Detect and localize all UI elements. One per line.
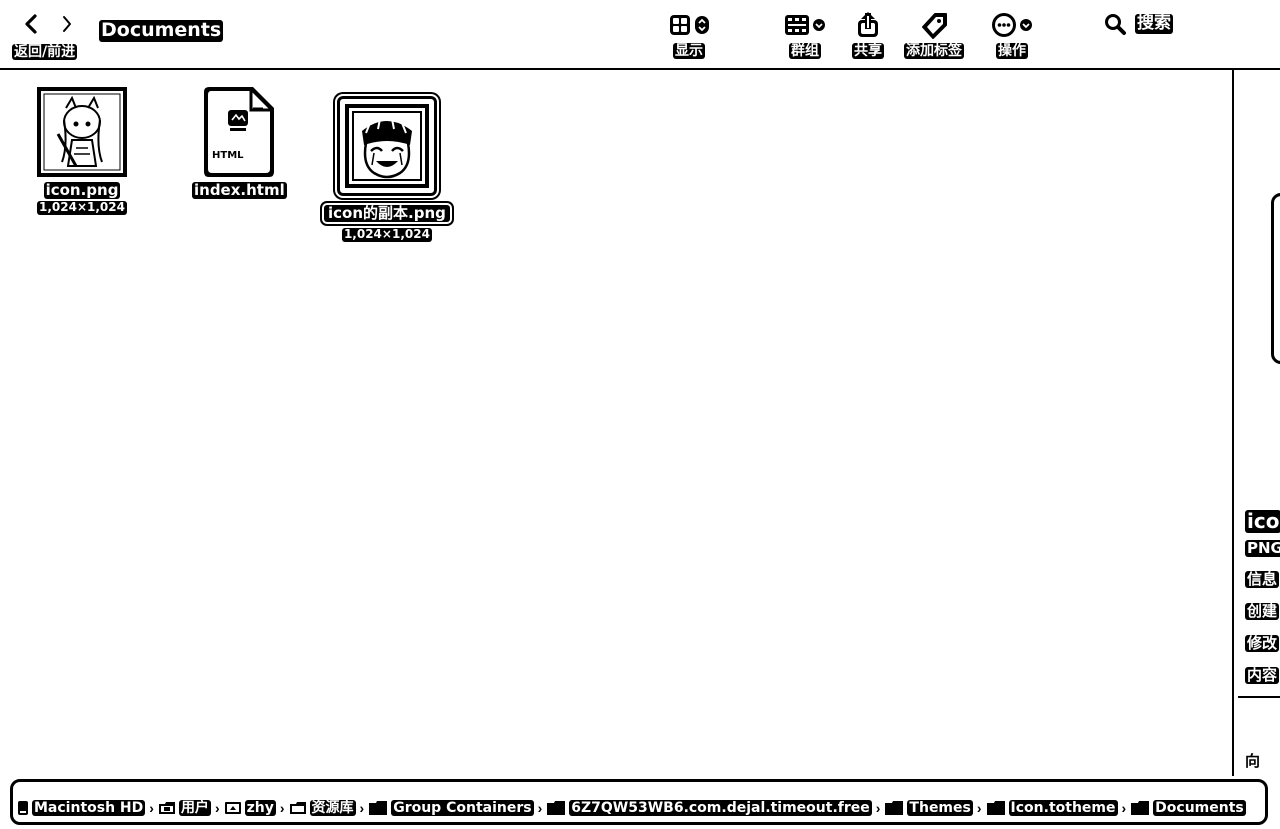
- search-label: 搜索: [1135, 13, 1173, 34]
- forward-button[interactable]: [54, 10, 80, 38]
- image-thumbnail: [334, 94, 439, 198]
- toolbar: 返回/前进 Documents 显示 群组 共享 添加标签 操作 搜索: [0, 0, 1280, 70]
- chevron-right-icon: ›: [875, 800, 881, 817]
- view-button[interactable]: 显示: [668, 10, 710, 60]
- action-button[interactable]: 操作: [991, 10, 1033, 60]
- add-tag-button[interactable]: 添加标签: [904, 10, 964, 60]
- chevron-right-icon: ›: [279, 800, 285, 817]
- preview-content-label: 内容: [1245, 666, 1280, 685]
- folder-icon: [158, 802, 175, 815]
- view-label: 显示: [673, 43, 705, 60]
- preview-separator: [1238, 696, 1280, 698]
- pane-divider[interactable]: [1232, 70, 1234, 776]
- path-bar: Macintosh HD › 用户 › zhy › 资源库 › Group Co…: [10, 779, 1268, 825]
- home-icon: [224, 802, 241, 815]
- tag-label: 添加标签: [904, 43, 964, 60]
- search-icon: [1105, 14, 1126, 35]
- path-item-home[interactable]: zhy: [224, 800, 276, 817]
- path-item-label: zhy: [244, 800, 276, 817]
- grid-view-icon: [670, 15, 690, 35]
- preview-info-heading: 信息: [1245, 570, 1280, 589]
- chevron-right-icon: [63, 16, 71, 32]
- preview-image-frame: [1271, 193, 1280, 364]
- file-name: index.html: [192, 181, 287, 200]
- path-item-label: 6Z7QW53WB6.com.dejal.timeout.free: [569, 800, 872, 817]
- chevron-right-icon: ›: [359, 800, 365, 817]
- path-item-label: 用户: [178, 800, 211, 817]
- back-button[interactable]: [18, 10, 44, 38]
- group-label: 群组: [789, 43, 821, 60]
- folder-icon: [289, 802, 306, 815]
- disk-icon: [18, 801, 28, 816]
- path-item-label: Themes: [907, 800, 973, 817]
- tag-icon: [922, 13, 947, 39]
- folder-icon: [885, 801, 904, 816]
- share-icon: [858, 12, 878, 37]
- file-dimensions: 1,024×1,024: [341, 227, 432, 243]
- file-name: icon.png: [43, 181, 121, 200]
- chevron-down-icon: [813, 19, 825, 31]
- chevron-right-icon: ›: [976, 800, 982, 817]
- preview-modified-label: 修改: [1245, 634, 1280, 653]
- folder-icon: [369, 801, 388, 816]
- action-label: 操作: [996, 43, 1028, 60]
- file-name: icon的副本.png: [324, 204, 450, 223]
- file-type-badge: HTML: [210, 150, 246, 162]
- ellipsis-circle-icon: [992, 13, 1016, 37]
- folder-icon: [547, 801, 566, 816]
- group-list-icon: [785, 15, 809, 35]
- path-item-icon-totheme[interactable]: Icon.totheme: [986, 800, 1118, 817]
- chevron-right-icon: ›: [1121, 800, 1127, 817]
- preview-type: PNG: [1245, 539, 1280, 558]
- preview-created-label: 创建: [1245, 602, 1280, 621]
- folder-icon: [986, 801, 1005, 816]
- file-item[interactable]: icon.png 1,024×1,024: [36, 86, 128, 216]
- preview-more-link[interactable]: 向: [1245, 750, 1260, 771]
- folder-icon: [1131, 801, 1150, 816]
- chevron-left-icon: [25, 14, 37, 34]
- path-item-macintosh-hd[interactable]: Macintosh HD: [17, 800, 146, 817]
- preview-pane: ico PNG 信息 创建 修改 内容 向: [1236, 70, 1280, 778]
- path-item-documents[interactable]: Documents: [1130, 800, 1246, 817]
- path-item-timeout[interactable]: 6Z7QW53WB6.com.dejal.timeout.free: [546, 800, 872, 817]
- file-item[interactable]: icon的副本.png 1,024×1,024: [324, 94, 450, 243]
- path-item-label: Documents: [1153, 800, 1246, 817]
- search-button[interactable]: 搜索: [1103, 12, 1173, 36]
- path-item-label: Icon.totheme: [1008, 800, 1118, 817]
- chevron-right-icon: ›: [214, 800, 220, 817]
- path-item-label: 资源库: [309, 800, 356, 817]
- nav-label: 返回/前进: [12, 44, 78, 61]
- path-item-label: Group Containers: [391, 800, 534, 817]
- share-label: 共享: [852, 43, 884, 60]
- image-thumbnail: [36, 86, 128, 178]
- path-item-group-containers[interactable]: Group Containers: [368, 800, 534, 817]
- group-button[interactable]: 群组: [784, 10, 826, 60]
- path-item-label: Macintosh HD: [32, 800, 146, 817]
- path-item-users[interactable]: 用户: [158, 800, 211, 817]
- stepper-icon: [695, 16, 709, 34]
- chevron-right-icon: ›: [149, 800, 154, 817]
- path-item-library[interactable]: 资源库: [289, 800, 356, 817]
- preview-title: ico: [1245, 509, 1280, 533]
- chevron-down-icon: [1020, 19, 1032, 31]
- file-item[interactable]: HTML index.html: [192, 86, 287, 200]
- html-file-icon: [203, 86, 275, 178]
- path-item-themes[interactable]: Themes: [884, 800, 973, 817]
- window-title: Documents: [99, 19, 224, 42]
- share-button[interactable]: 共享: [852, 10, 884, 60]
- file-grid: icon.png 1,024×1,024 HTML index.html ico…: [0, 70, 1232, 778]
- file-dimensions: 1,024×1,024: [37, 200, 127, 216]
- chevron-right-icon: ›: [537, 800, 543, 817]
